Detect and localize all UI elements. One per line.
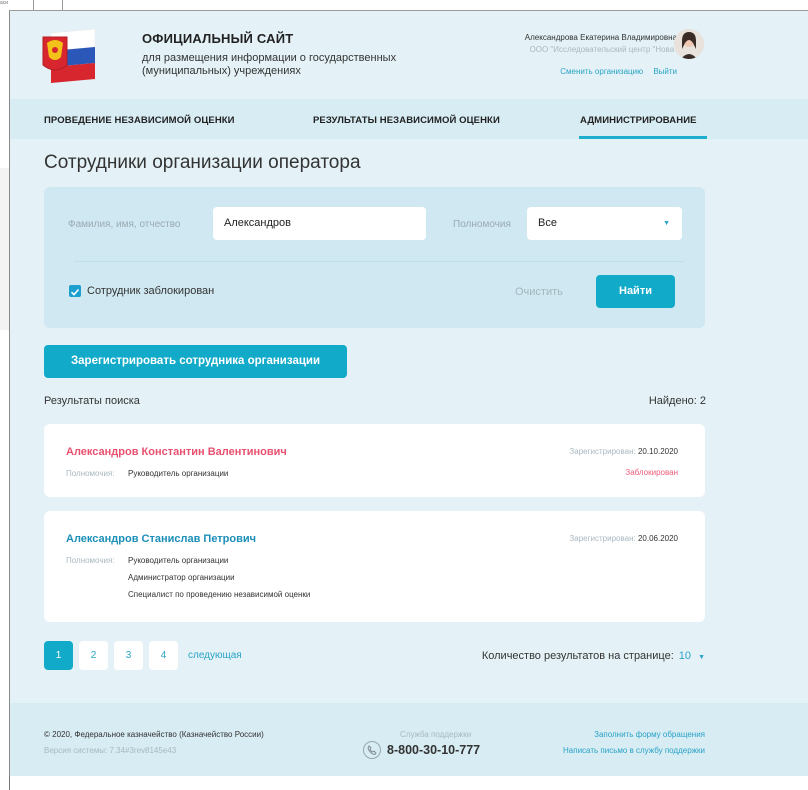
user-name: Александрова Екатерина Владимировна: [524, 33, 677, 42]
results-label: Результаты поиска: [44, 395, 140, 407]
phone-icon: [363, 741, 381, 759]
footer: © 2020, Федеральное казначейство (Казнач…: [10, 703, 808, 776]
coat-of-arms-logo[interactable]: [37, 25, 96, 83]
user-links: Сменить организацию Выйти: [552, 67, 677, 76]
change-organization-link[interactable]: Сменить организацию: [560, 67, 643, 76]
background-text: аси: [0, 0, 9, 6]
main-nav: ПРОВЕДЕНИЕ НЕЗАВИСИМОЙ ОЦЕНКИ РЕЗУЛЬТАТЫ…: [10, 99, 808, 139]
blocked-checkbox-label[interactable]: Сотрудник заблокирован: [87, 285, 214, 297]
blocked-checkbox[interactable]: [69, 285, 81, 297]
register-employee-button[interactable]: Зарегистрировать сотрудника организации: [44, 345, 347, 378]
results-count: Найдено: 2: [648, 395, 706, 407]
permission-item: Администратор организации: [128, 573, 235, 582]
registration-date: Зарегистрирован: 20.06.2020: [569, 534, 678, 543]
chevron-down-icon: ▼: [663, 220, 670, 227]
user-organization: ООО "Исследовательский центр "Нова": [529, 45, 677, 54]
app-window: ОФИЦИАЛЬНЫЙ САЙТ для размещения информац…: [9, 10, 808, 776]
find-button[interactable]: Найти: [596, 275, 675, 308]
support-phone[interactable]: 8-800-30-10-777: [387, 743, 480, 757]
next-page-link[interactable]: следующая: [188, 650, 242, 661]
logout-link[interactable]: Выйти: [653, 67, 677, 76]
tab-administration[interactable]: АДМИНИСТРИРОВАНИЕ: [580, 115, 697, 126]
write-support-link[interactable]: Написать письмо в службу поддержки: [563, 746, 705, 755]
avatar[interactable]: [674, 29, 704, 59]
permission-item: Руководитель организации: [128, 556, 229, 565]
system-version: Версия системы: 7.34#3rev8145e43: [44, 746, 177, 755]
site-title: ОФИЦИАЛЬНЫЙ САЙТ: [142, 31, 294, 46]
site-subtitle: для размещения информации о государствен…: [142, 52, 397, 77]
search-filter-panel: Фамилия, имя, отчество Александров Полно…: [44, 187, 705, 328]
tab-assessment-results[interactable]: РЕЗУЛЬТАТЫ НЕЗАВИСИМОЙ ОЦЕНКИ: [313, 115, 500, 126]
permission-item: Руководитель организации: [128, 469, 229, 478]
permissions-select-value: Все: [538, 217, 557, 229]
support-label: Служба поддержки: [400, 730, 472, 739]
page-title: Сотрудники организации оператора: [44, 152, 361, 173]
check-icon: [70, 288, 80, 296]
divider: [74, 261, 684, 262]
feedback-form-link[interactable]: Заполнить форму обращения: [594, 730, 705, 739]
permissions-label: Полномочия:: [66, 469, 115, 478]
employee-name-link[interactable]: Александров Константин Валентинович: [66, 446, 287, 458]
header: ОФИЦИАЛЬНЫЙ САЙТ для размещения информац…: [10, 11, 808, 99]
permissions-select[interactable]: Все ▼: [527, 207, 682, 240]
fio-label: Фамилия, имя, отчество: [68, 219, 181, 230]
page-3-button[interactable]: 3: [114, 641, 143, 670]
employee-name-link[interactable]: Александров Станислав Петрович: [66, 533, 256, 545]
fio-input[interactable]: Александров: [213, 207, 426, 240]
page-4-button[interactable]: 4: [149, 641, 178, 670]
permissions-label: Полномочия: [453, 219, 511, 230]
permission-item: Специалист по проведению независимой оце…: [128, 590, 311, 599]
copyright: © 2020, Федеральное казначейство (Казнач…: [44, 730, 264, 739]
tab-independent-assessment[interactable]: ПРОВЕДЕНИЕ НЕЗАВИСИМОЙ ОЦЕНКИ: [44, 115, 235, 126]
result-card[interactable]: Александров Константин Валентинович Заре…: [44, 424, 705, 497]
page-1-button[interactable]: 1: [44, 641, 73, 670]
per-page-label: Количество результатов на странице:: [481, 650, 674, 662]
permissions-label: Полномочия:: [66, 556, 115, 565]
active-tab-indicator: [579, 136, 707, 139]
clear-button[interactable]: Очистить: [515, 286, 563, 298]
result-card[interactable]: Александров Станислав Петрович Зарегистр…: [44, 511, 705, 622]
blocked-status-badge: Заблокирован: [625, 468, 678, 477]
chevron-down-icon[interactable]: ▼: [698, 654, 705, 661]
registration-date: Зарегистрирован: 20.10.2020: [569, 447, 678, 456]
per-page-value[interactable]: 10: [679, 650, 691, 662]
per-page-selector: Количество результатов на странице: 10 ▼: [482, 650, 705, 662]
page-2-button[interactable]: 2: [79, 641, 108, 670]
